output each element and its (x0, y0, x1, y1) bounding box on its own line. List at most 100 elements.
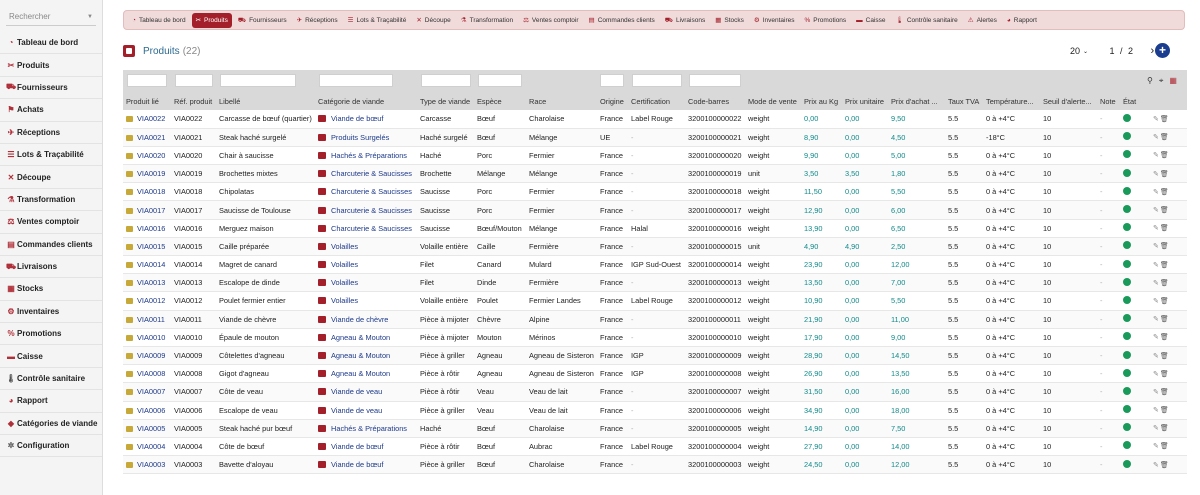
topnav-tab-tableau-de-bord[interactable]: ◔ Tableau de bord (128, 13, 190, 28)
table-cell-3[interactable]: Volailles (315, 256, 417, 274)
sidebar-item-commandes-clients[interactable]: ▤ Commandes clients (0, 234, 102, 256)
table-cell-3[interactable]: Charcuterie & Saucisses (315, 165, 417, 183)
column-header[interactable]: Catégorie de viande (315, 92, 417, 110)
table-row[interactable]: VIA0009 VIA0009 Côtelettes d'agneau Agneau … (123, 346, 1187, 365)
table-row[interactable]: VIA0012 VIA0012 Poulet fermier entier Volai… (123, 291, 1187, 311)
table-cell-3[interactable]: Volailles (315, 237, 417, 255)
sidebar-item-lots-tra-abilit-[interactable]: ☰ Lots & Traçabilité (0, 144, 102, 167)
table-row[interactable]: VIA0014 VIA0014 Magret de canard Volailles F… (123, 255, 1187, 274)
sidebar-item-inventaires[interactable]: ⚙ Inventaires (0, 301, 102, 324)
table-cell-0[interactable]: VIA0009 (123, 346, 171, 364)
column-header[interactable]: Produit lié (123, 92, 171, 110)
table-row[interactable]: VIA0020 VIA0020 Chair à saucisse Hachés & P… (123, 146, 1187, 165)
sidebar-item-d-coupe[interactable]: ✕ Découpe (0, 166, 102, 189)
table-cell-0[interactable]: VIA0021 (123, 128, 171, 146)
column-header[interactable]: Espèce (474, 92, 526, 110)
sidebar-item-cat-gories-de-viande[interactable]: ◆ Catégories de viande (0, 413, 102, 436)
table-cell-0[interactable]: VIA0017 (123, 201, 171, 219)
edit-icon[interactable]: ✎ (1153, 462, 1160, 469)
column-header[interactable]: Seuil d'alerte... (1040, 92, 1097, 110)
table-cell-3[interactable]: Viande de veau (315, 383, 417, 401)
table-cell-0[interactable]: VIA0010 (123, 328, 171, 346)
delete-icon[interactable]: 🗑 (1160, 316, 1170, 323)
page-size-select[interactable]: 20 (1055, 46, 1080, 56)
edit-icon[interactable]: ✎ (1153, 298, 1160, 305)
table-cell-3[interactable]: Charcuterie & Saucisses (315, 219, 417, 237)
column-header[interactable]: Type de viande (417, 92, 474, 110)
table-cell-3[interactable]: Charcuterie & Saucisses (315, 201, 417, 219)
column-header[interactable]: Température... (983, 92, 1040, 110)
delete-icon[interactable]: 🗑 (1160, 225, 1170, 232)
topnav-tab-commandes-clients[interactable]: ▤ Commandes clients (585, 13, 659, 28)
table-cell-0[interactable]: VIA0022 (123, 110, 171, 128)
table-cell-3[interactable]: Agneau & Mouton (315, 365, 417, 383)
delete-icon[interactable]: 🗑 (1160, 134, 1170, 141)
topnav-tab-livraisons[interactable]: ⛟ Livraisons (661, 13, 709, 28)
table-cell-0[interactable]: VIA0015 (123, 237, 171, 255)
column-header[interactable]: Libellé (216, 92, 315, 110)
sidebar-item-ventes-comptoir[interactable]: ⚖ Ventes comptoir (0, 211, 102, 234)
table-cell-0[interactable]: VIA0005 (123, 419, 171, 437)
table-cell-3[interactable]: Viande de bœuf (315, 437, 417, 455)
delete-icon[interactable]: 🗑 (1160, 425, 1170, 432)
column-header[interactable]: Certification (628, 92, 685, 110)
filter-input-ref-produit[interactable] (175, 74, 213, 87)
topnav-tab-d-coupe[interactable]: ✕ Découpe (412, 13, 454, 28)
delete-icon[interactable]: 🗑 (1160, 462, 1170, 469)
column-header[interactable]: Origine (597, 92, 628, 110)
delete-icon[interactable]: 🗑 (1160, 371, 1170, 378)
edit-icon[interactable]: ✎ (1153, 425, 1160, 432)
edit-icon[interactable]: ✎ (1153, 207, 1160, 214)
table-cell-0[interactable]: VIA0011 (123, 310, 171, 328)
table-row[interactable]: VIA0013 VIA0013 Escalope de dinde Volailles… (123, 273, 1187, 292)
table-cell-3[interactable]: Hachés & Préparations (315, 419, 417, 437)
add-product-button[interactable]: + (1155, 43, 1170, 58)
edit-icon[interactable]: ✎ (1153, 262, 1160, 269)
delete-icon[interactable]: 🗑 (1160, 152, 1170, 159)
table-cell-3[interactable]: Agneau & Mouton (315, 346, 417, 364)
sidebar-item-promotions[interactable]: % Promotions (0, 323, 102, 346)
table-cell-3[interactable]: Produits Surgelés (315, 128, 417, 146)
chevron-down-icon[interactable]: ⌄ (1083, 48, 1088, 55)
table-cell-0[interactable]: VIA0007 (123, 383, 171, 401)
edit-icon[interactable]: ✎ (1153, 389, 1160, 396)
table-row[interactable]: VIA0021 VIA0021 Steak haché surgelé Produit… (123, 128, 1187, 147)
edit-icon[interactable]: ✎ (1153, 225, 1160, 232)
topnav-tab-alertes[interactable]: ⚠ Alertes (964, 13, 1001, 28)
edit-icon[interactable]: ✎ (1153, 334, 1160, 341)
table-cell-3[interactable]: Agneau & Mouton (315, 328, 417, 346)
topnav-tab-lots-tra-abilit-[interactable]: ☰ Lots & Traçabilité (344, 13, 411, 28)
topnav-tab-produits[interactable]: ✂ Produits (191, 12, 232, 28)
table-cell-3[interactable]: Volailles (315, 292, 417, 310)
column-header[interactable]: Taux TVA (945, 92, 983, 110)
current-page-input[interactable]: 1 (1104, 46, 1120, 56)
table-row[interactable]: VIA0016 VIA0016 Merguez maison Charcuterie … (123, 219, 1187, 238)
topnav-tab-stocks[interactable]: ▦ Stocks (711, 13, 748, 28)
delete-icon[interactable]: 🗑 (1160, 171, 1170, 178)
sidebar-item-tableau-de-bord[interactable]: ◔ Tableau de bord (0, 32, 102, 55)
column-header[interactable]: Réf. produit (171, 92, 216, 110)
column-header[interactable]: Prix au Kg (801, 92, 842, 110)
topnav-tab-contr-le-sanitaire[interactable]: 🌡 Contrôle sanitaire (892, 13, 962, 28)
topnav-tab-r-ceptions[interactable]: ✈ Réceptions (293, 13, 342, 28)
table-row[interactable]: VIA0004 VIA0004 Côte de bœuf Viande de bœuf… (123, 437, 1187, 456)
filter-input-certification[interactable] (632, 74, 682, 87)
edit-icon[interactable]: ✎ (1153, 116, 1160, 123)
edit-icon[interactable]: ✎ (1153, 316, 1160, 323)
edit-icon[interactable]: ✎ (1153, 353, 1160, 360)
table-row[interactable]: VIA0011 VIA0011 Viande de chèvre Viande de … (123, 310, 1187, 329)
column-header[interactable]: Note (1097, 92, 1120, 110)
table-cell-0[interactable]: VIA0014 (123, 256, 171, 274)
sidebar-item-contr-le-sanitaire[interactable]: 🌡 Contrôle sanitaire (0, 368, 102, 391)
edit-icon[interactable]: ✎ (1153, 243, 1160, 250)
sidebar-item-caisse[interactable]: ▬ Caisse (0, 345, 102, 368)
table-cell-0[interactable]: VIA0020 (123, 146, 171, 164)
edit-icon[interactable]: ✎ (1153, 134, 1160, 141)
table-cell-3[interactable]: Viande de bœuf (315, 456, 417, 474)
delete-icon[interactable]: 🗑 (1160, 334, 1170, 341)
filter-input-code-barres[interactable] (689, 74, 741, 87)
table-cell-0[interactable]: VIA0019 (123, 165, 171, 183)
topnav-tab-fournisseurs[interactable]: ⛟ Fournisseurs (234, 13, 291, 28)
column-header[interactable] (1150, 92, 1187, 110)
columns-icon[interactable]: ⌖ (1159, 76, 1164, 86)
